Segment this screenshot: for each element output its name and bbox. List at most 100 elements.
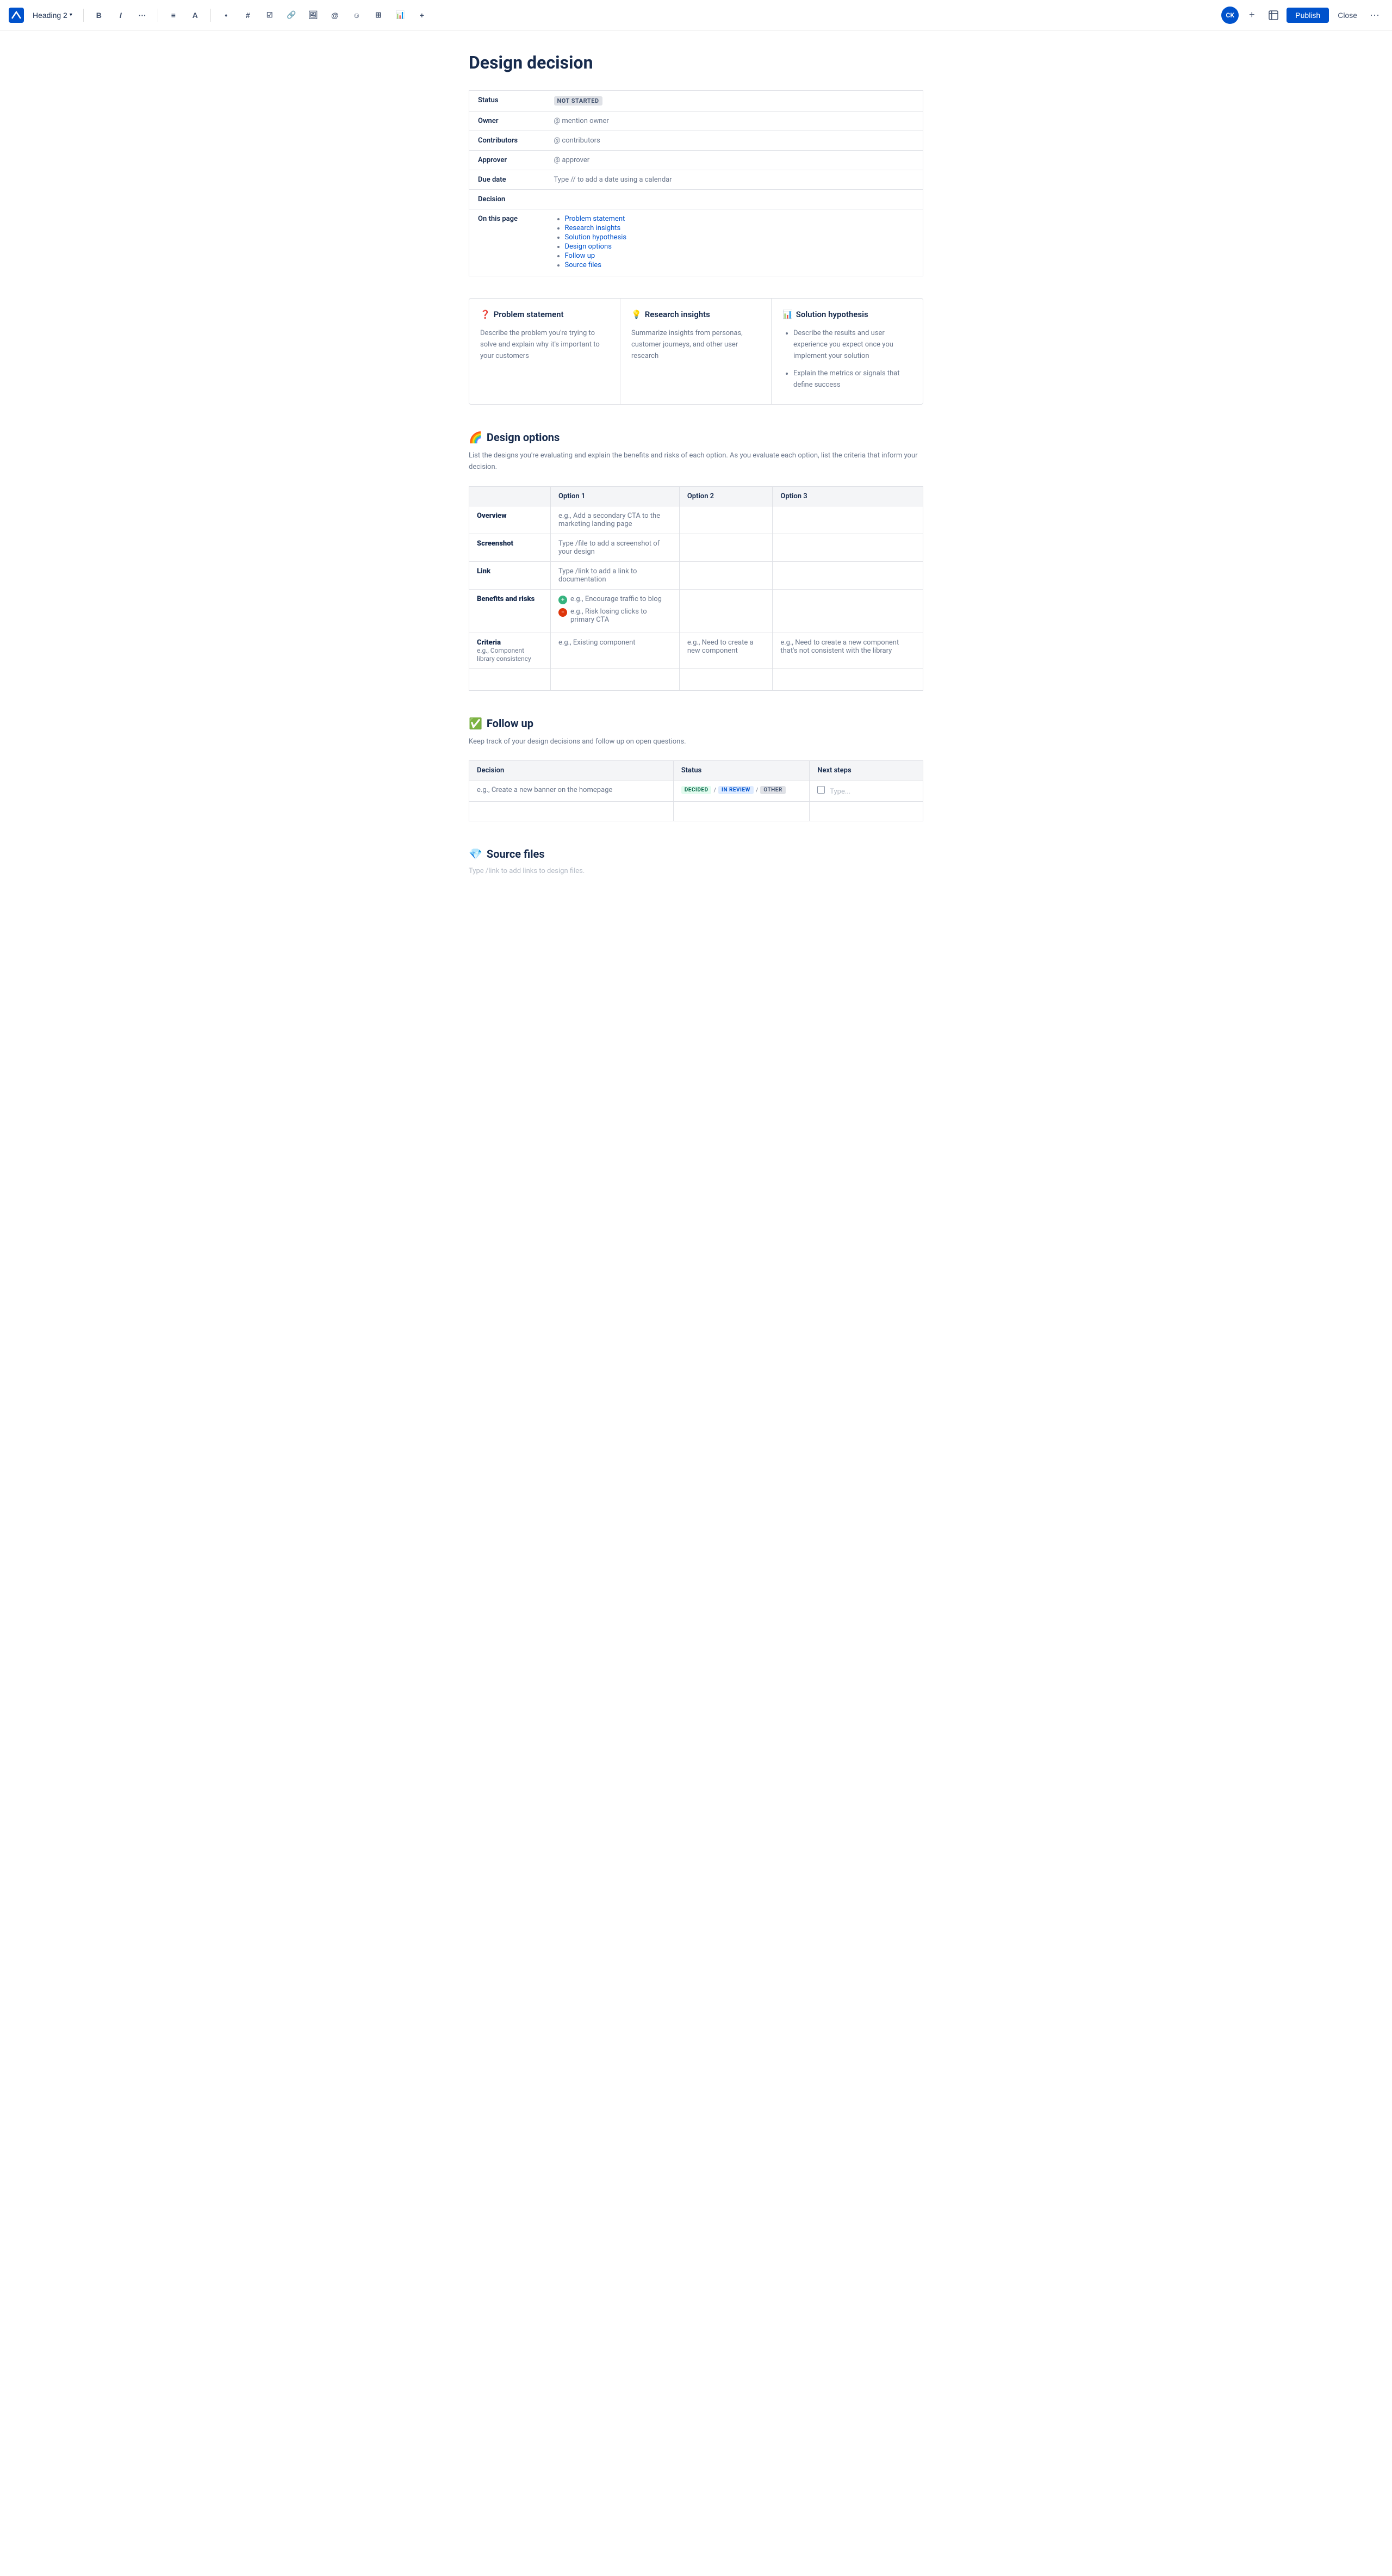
source-files-section: 💎 Source files Type /link to add links t… (469, 847, 923, 875)
image-button[interactable]: 🖼 (304, 7, 322, 24)
list-item[interactable]: Research insights (565, 224, 915, 232)
options-overview-2[interactable] (679, 506, 773, 534)
meta-value-status[interactable]: NOT STARTED (545, 91, 923, 112)
follow-up-status-2[interactable] (673, 802, 810, 821)
meta-row-status: Status NOT STARTED (469, 91, 923, 112)
list-item[interactable]: Solution hypothesis (565, 233, 915, 242)
heading-selector[interactable]: Heading 2 ▾ (28, 9, 77, 22)
card-solution-hypothesis: 📊 Solution hypothesis Describe the resul… (772, 299, 923, 404)
card-body-problem[interactable]: Describe the problem you're trying to so… (480, 328, 609, 393)
options-criteria-3[interactable]: e.g., Need to create a new component tha… (773, 633, 923, 668)
research-icon: 💡 (631, 309, 642, 319)
card-body-solution[interactable]: Describe the results and user experience… (782, 328, 912, 393)
text-format-button[interactable]: A (187, 7, 204, 24)
follow-up-title: Follow up (487, 717, 533, 730)
options-screenshot-2[interactable] (679, 534, 773, 561)
meta-row-owner: Owner @ mention owner (469, 112, 923, 131)
options-overview-3[interactable] (773, 506, 923, 534)
logo[interactable] (9, 8, 24, 23)
tag-decided[interactable]: DECIDED (681, 786, 712, 794)
task-button[interactable]: ☑ (261, 7, 278, 24)
tag-other[interactable]: OTHER (760, 786, 785, 794)
meta-row-duedate: Due date Type // to add a date using a c… (469, 170, 923, 190)
bold-button[interactable]: B (90, 7, 108, 24)
checkbox-empty[interactable] (817, 786, 825, 794)
divider-3 (210, 9, 211, 22)
options-row-empty (469, 668, 923, 690)
options-benefits-3[interactable] (773, 589, 923, 633)
close-button[interactable]: Close (1333, 8, 1362, 23)
link-source-files[interactable]: Source files (565, 261, 601, 269)
meta-value-decision[interactable] (545, 190, 923, 209)
on-this-page-list: Problem statement Research insights Solu… (554, 215, 915, 269)
tag-in-review[interactable]: IN REVIEW (718, 786, 754, 794)
list-item[interactable]: Source files (565, 261, 915, 269)
options-empty-1[interactable] (551, 668, 680, 690)
options-link-1[interactable]: Type /link to add a link to documentatio… (551, 561, 680, 589)
link-button[interactable]: 🔗 (283, 7, 300, 24)
heading-value: Heading 2 (33, 11, 67, 20)
add-collaborator-button[interactable]: + (1243, 7, 1260, 24)
options-benefits-2[interactable] (679, 589, 773, 633)
bullet-list-button[interactable]: • (217, 7, 235, 24)
design-options-heading: 🌈 Design options (469, 431, 923, 444)
options-empty-2[interactable] (679, 668, 773, 690)
options-screenshot-3[interactable] (773, 534, 923, 561)
link-design-options[interactable]: Design options (565, 243, 612, 251)
list-item[interactable]: Follow up (565, 252, 915, 260)
mention-button[interactable]: @ (326, 7, 344, 24)
divider-1 (83, 9, 84, 22)
options-screenshot-1[interactable]: Type /file to add a screenshot of your d… (551, 534, 680, 561)
chevron-down-icon: ▾ (70, 12, 72, 18)
options-link-2[interactable] (679, 561, 773, 589)
meta-value-approver[interactable]: @ approver (545, 151, 923, 170)
meta-table: Status NOT STARTED Owner @ mention owner… (469, 90, 923, 276)
meta-value-owner[interactable]: @ mention owner (545, 112, 923, 131)
benefit-item-green: + e.g., Encourage traffic to blog (558, 595, 672, 604)
template-button[interactable] (1265, 7, 1282, 24)
publish-button[interactable]: Publish (1287, 8, 1329, 23)
italic-button[interactable]: I (112, 7, 129, 24)
options-criteria-1[interactable]: e.g., Existing component (551, 633, 680, 668)
source-files-title: Source files (487, 847, 545, 860)
options-empty-3[interactable] (773, 668, 923, 690)
options-header-option1: Option 1 (551, 486, 680, 506)
link-follow-up[interactable]: Follow up (565, 252, 595, 260)
avatar[interactable]: CK (1221, 7, 1239, 24)
source-files-placeholder[interactable]: Type /link to add links to design files. (469, 867, 923, 875)
options-table: Option 1 Option 2 Option 3 Overview e.g.… (469, 486, 923, 691)
link-problem-statement[interactable]: Problem statement (565, 215, 625, 223)
follow-up-table: Decision Status Next steps e.g., Create … (469, 760, 923, 821)
link-research-insights[interactable]: Research insights (565, 224, 621, 232)
options-overview-1[interactable]: e.g., Add a secondary CTA to the marketi… (551, 506, 680, 534)
table-button[interactable]: ⊞ (370, 7, 387, 24)
meta-value-duedate[interactable]: Type // to add a date using a calendar (545, 170, 923, 190)
options-benefits-1[interactable]: + e.g., Encourage traffic to blog − e.g.… (551, 589, 680, 633)
more-options-button[interactable]: ··· (1366, 7, 1383, 24)
list-item: Describe the results and user experience… (793, 328, 912, 362)
separator-1: / (713, 787, 716, 794)
follow-up-decision-1[interactable]: e.g., Create a new banner on the homepag… (469, 781, 674, 802)
chart-button[interactable]: 📊 (391, 7, 409, 24)
card-body-research[interactable]: Summarize insights from personas, custom… (631, 328, 760, 393)
meta-label-onthispage: On this page (469, 209, 545, 276)
meta-value-contributors[interactable]: @ contributors (545, 131, 923, 151)
options-empty-label[interactable] (469, 668, 551, 690)
emoji-button[interactable]: ☺ (348, 7, 365, 24)
follow-up-status-1[interactable]: DECIDED / IN REVIEW / OTHER (673, 781, 810, 802)
number-list-button[interactable]: # (239, 7, 257, 24)
list-item[interactable]: Design options (565, 243, 915, 251)
more-format-button[interactable]: ··· (134, 7, 151, 24)
link-solution-hypothesis[interactable]: Solution hypothesis (565, 233, 627, 242)
insert-button[interactable]: + (413, 7, 431, 24)
list-item[interactable]: Problem statement (565, 215, 915, 223)
follow-up-nextsteps-1[interactable]: Type... (810, 781, 923, 802)
align-button[interactable]: ≡ (165, 7, 182, 24)
options-criteria-2[interactable]: e.g., Need to create a new component (679, 633, 773, 668)
options-header-option2: Option 2 (679, 486, 773, 506)
meta-label-owner: Owner (469, 112, 545, 131)
follow-up-nextsteps-2[interactable] (810, 802, 923, 821)
problem-icon: ❓ (480, 309, 490, 319)
options-link-3[interactable] (773, 561, 923, 589)
follow-up-decision-2[interactable] (469, 802, 674, 821)
